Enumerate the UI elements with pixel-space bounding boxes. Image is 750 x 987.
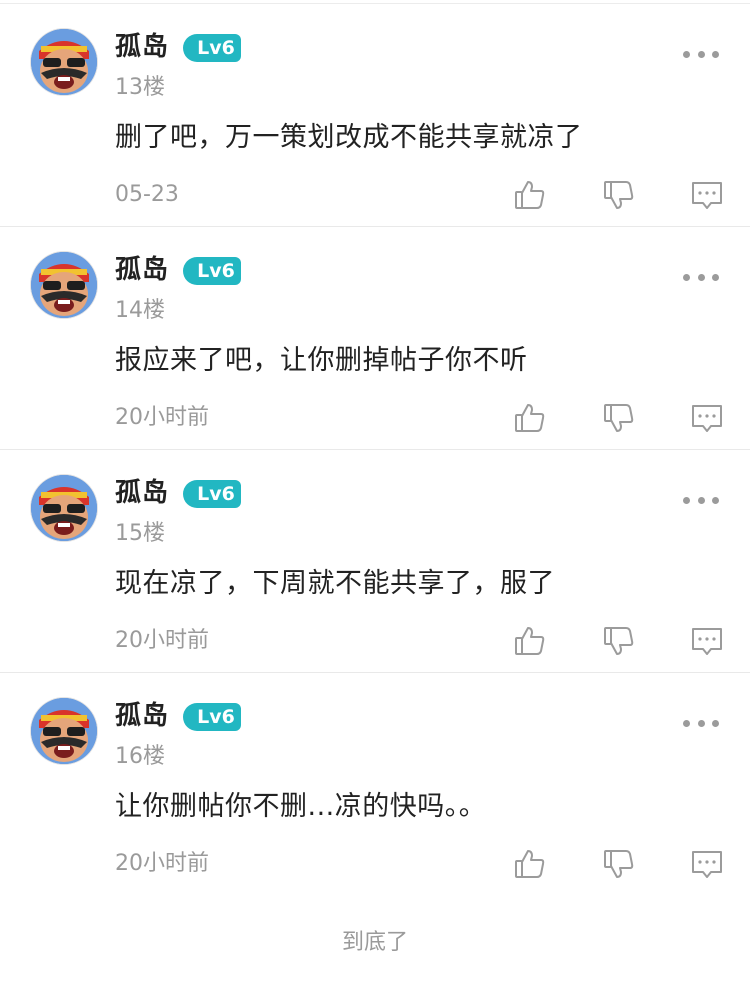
avatar-face-icon xyxy=(31,475,97,541)
comment-list: 孤岛 Lv6 13楼 删了吧，万一策划改成不能共享就凉了 05-23 孤岛 Lv… xyxy=(0,4,750,896)
thumbs-up-icon[interactable] xyxy=(513,401,547,435)
floor-number: 14楼 xyxy=(115,298,165,323)
avatar-face-icon xyxy=(31,698,97,764)
comment-text: 现在凉了，下周就不能共享了，服了 xyxy=(115,568,555,599)
comment-time: 05-23 xyxy=(115,182,179,207)
avatar-face-icon xyxy=(31,252,97,318)
comment-time: 20小时前 xyxy=(115,851,209,876)
more-options-icon[interactable] xyxy=(683,267,719,287)
thumbs-down-icon[interactable] xyxy=(602,624,636,658)
avatar[interactable] xyxy=(31,698,97,764)
avatar[interactable] xyxy=(31,475,97,541)
reply-icon[interactable] xyxy=(690,401,724,435)
thumbs-up-icon[interactable] xyxy=(513,624,547,658)
more-options-icon[interactable] xyxy=(683,44,719,64)
comment-time: 20小时前 xyxy=(115,405,209,430)
level-badge: Lv6 xyxy=(183,257,241,285)
end-of-list-text: 到底了 xyxy=(341,930,408,955)
level-badge: Lv6 xyxy=(183,703,241,731)
comment-item: 孤岛 Lv6 15楼 现在凉了，下周就不能共享了，服了 20小时前 xyxy=(0,450,750,673)
thumbs-down-icon[interactable] xyxy=(602,401,636,435)
more-options-icon[interactable] xyxy=(683,713,719,733)
thumbs-down-icon[interactable] xyxy=(602,178,636,212)
username[interactable]: 孤岛 xyxy=(115,476,169,510)
comment-time: 20小时前 xyxy=(115,628,209,653)
avatar-face-icon xyxy=(31,29,97,95)
more-options-icon[interactable] xyxy=(683,490,719,510)
thumbs-down-icon[interactable] xyxy=(602,847,636,881)
avatar[interactable] xyxy=(31,29,97,95)
comment-item: 孤岛 Lv6 14楼 报应来了吧，让你删掉帖子你不听 20小时前 xyxy=(0,227,750,450)
comment-text: 让你删帖你不删...凉的快吗。。 xyxy=(115,791,487,822)
comment-item: 孤岛 Lv6 13楼 删了吧，万一策划改成不能共享就凉了 05-23 xyxy=(0,4,750,227)
username[interactable]: 孤岛 xyxy=(115,30,169,64)
thumbs-up-icon[interactable] xyxy=(513,847,547,881)
floor-number: 16楼 xyxy=(115,744,165,769)
avatar[interactable] xyxy=(31,252,97,318)
reply-icon[interactable] xyxy=(690,178,724,212)
comment-text: 报应来了吧，让你删掉帖子你不听 xyxy=(115,345,528,376)
comment-item: 孤岛 Lv6 16楼 让你删帖你不删...凉的快吗。。 20小时前 xyxy=(0,673,750,896)
reply-icon[interactable] xyxy=(690,847,724,881)
username[interactable]: 孤岛 xyxy=(115,253,169,287)
level-badge: Lv6 xyxy=(183,34,241,62)
thumbs-up-icon[interactable] xyxy=(513,178,547,212)
reply-icon[interactable] xyxy=(690,624,724,658)
username[interactable]: 孤岛 xyxy=(115,699,169,733)
floor-number: 15楼 xyxy=(115,521,165,546)
floor-number: 13楼 xyxy=(115,75,165,100)
level-badge: Lv6 xyxy=(183,480,241,508)
comment-text: 删了吧，万一策划改成不能共享就凉了 xyxy=(115,122,583,153)
